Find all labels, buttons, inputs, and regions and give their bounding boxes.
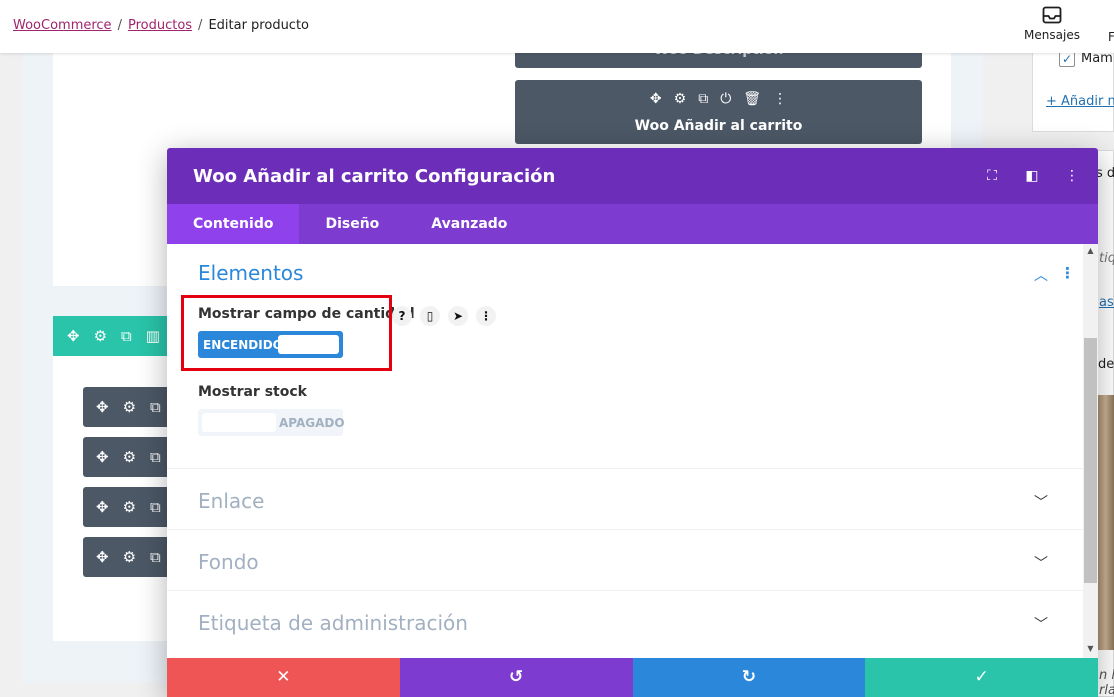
product-image-thumbnail[interactable] [1097,395,1114,650]
row-toolbar: ✥ ⚙ ⧉ ▥ [53,316,183,356]
gear-icon[interactable]: ⚙ [123,498,136,516]
redo-icon: ↻ [741,667,756,687]
duplicate-icon[interactable]: ⧉ [150,398,161,416]
modal-footer: ✕ ↺ ↻ ✓ [167,658,1098,697]
move-icon[interactable]: ✥ [650,91,662,107]
gear-icon[interactable]: ⚙ [123,448,136,466]
topbar-item-cut[interactable]: F [1108,30,1114,44]
save-button[interactable]: ✓ [865,658,1098,697]
breadcrumb-current: Editar producto [208,18,310,33]
more-icon[interactable]: ⋮ [476,306,496,326]
tab-avanzado[interactable]: Avanzado [405,204,533,244]
cursor-icon[interactable]: ➤ [448,306,468,326]
duplicate-icon[interactable]: ⧉ [121,327,132,345]
power-icon[interactable]: ⏻ [720,91,731,107]
more-icon[interactable]: ⋮ [1060,264,1075,282]
cancel-button[interactable]: ✕ [167,658,400,697]
toggle-state-off: APAGADO [279,416,345,430]
help-icon[interactable]: ? [392,306,412,326]
gear-icon[interactable]: ⚙ [123,548,136,566]
category-checkbox[interactable]: ✓ [1059,51,1075,67]
move-icon[interactable]: ✥ [96,398,109,416]
fullscreen-icon[interactable]: ⛶ [984,168,1000,184]
chevron-down-icon[interactable]: ﹀ [1034,553,1048,573]
trash-icon[interactable]: 🗑 [743,91,761,107]
toggle-knob [202,413,276,432]
duplicate-icon[interactable]: ⧉ [150,498,161,516]
sidebar-icon[interactable]: ◧ [1024,168,1040,184]
section-admin-label-title[interactable]: Etiqueta de administración [198,611,468,635]
breadcrumb-woocommerce[interactable]: WooCommerce [13,18,112,33]
module-label: Woo Añadir al carrito [634,118,803,134]
inbox-icon [1042,6,1062,24]
mobile-icon[interactable]: ▯ [420,306,440,326]
tab-contenido[interactable]: Contenido [167,204,300,244]
categories-box: ✓ Mamp + Añadir nu [1032,40,1114,132]
module-woo-add-to-cart[interactable]: ✥ ⚙ ⧉ ⏻ 🗑 ⋮ Woo Añadir al carrito [515,80,922,144]
scroll-up-icon[interactable]: ▲ [1083,246,1098,255]
close-icon: ✕ [276,667,291,687]
duplicate-icon[interactable]: ⧉ [150,548,161,566]
move-icon[interactable]: ✥ [96,548,109,566]
gear-icon[interactable]: ⚙ [123,398,136,416]
duplicate-icon[interactable]: ⧉ [698,91,708,107]
section-elementos-title[interactable]: Elementos [198,261,303,285]
modal-header: Woo Añadir al carrito Configuración ⛶ ◧ … [167,148,1098,204]
messages-button[interactable]: Mensajes [1020,6,1084,42]
duplicate-icon[interactable]: ⧉ [150,448,161,466]
redo-button[interactable]: ↻ [632,658,866,697]
add-category-link[interactable]: + Añadir nu [1046,94,1114,109]
scrollbar-thumb[interactable] [1084,338,1097,583]
gear-icon[interactable]: ⚙ [94,327,107,345]
breadcrumb: WooCommerce / Productos / Editar producto [13,18,310,33]
undo-icon: ↺ [509,667,524,687]
more-icon[interactable]: ⋮ [1064,168,1080,184]
modal-title: Woo Añadir al carrito Configuración [193,166,556,187]
messages-label: Mensajes [1024,28,1080,42]
check-icon: ✓ [974,667,989,687]
section-fondo-title[interactable]: Fondo [198,550,259,574]
gear-icon[interactable]: ⚙ [674,91,687,107]
admin-topbar: WooCommerce / Productos / Editar producto Me… [0,0,1114,53]
stock-toggle[interactable]: APAGADO [198,409,345,436]
undo-button[interactable]: ↺ [399,658,633,697]
move-icon[interactable]: ✥ [96,448,109,466]
settings-modal: Woo Añadir al carrito Configuración ⛶ ◧ … [167,148,1098,697]
scroll-down-icon[interactable]: ▼ [1083,644,1098,653]
move-icon[interactable]: ✥ [96,498,109,516]
chevron-up-icon[interactable]: ︿ [1034,265,1048,285]
move-icon[interactable]: ✥ [67,327,80,345]
category-label: Mamp [1081,51,1114,66]
stock-field-label: Mostrar stock [198,384,307,400]
columns-icon[interactable]: ▥ [146,327,160,345]
highlight-box [181,295,392,371]
tab-diseno[interactable]: Diseño [299,204,405,244]
modal-body: Elementos ︿ ⋮ Mostrar campo de cantidad … [167,244,1083,658]
section-enlace-title[interactable]: Enlace [198,489,264,513]
more-icon[interactable]: ⋮ [773,91,787,107]
modal-tabs: Contenido Diseño Avanzado [167,204,1098,244]
chevron-down-icon[interactable]: ﹀ [1034,492,1048,512]
breadcrumb-productos[interactable]: Productos [128,18,192,33]
chevron-down-icon[interactable]: ﹀ [1034,614,1048,634]
